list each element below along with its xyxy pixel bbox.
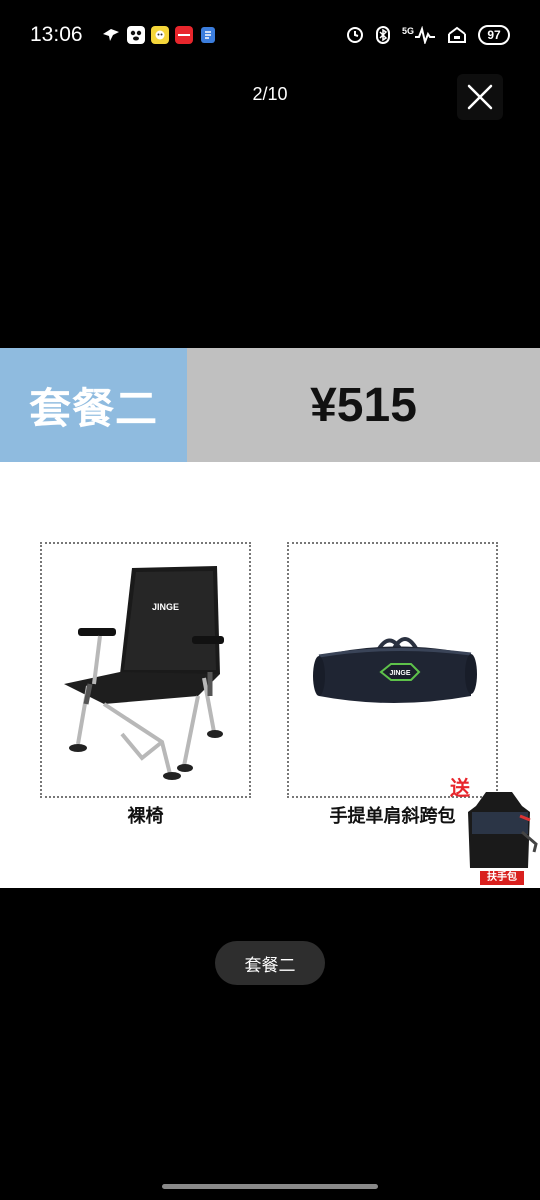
close-button[interactable]: [457, 74, 503, 120]
image-caption: 套餐二: [215, 941, 325, 985]
package-title: 套餐二: [0, 348, 187, 462]
status-left: 13:06: [30, 23, 217, 47]
alarm-icon: [346, 27, 363, 43]
red-app-icon: [174, 26, 193, 44]
close-icon[interactable]: [466, 83, 494, 111]
gift-item: 送 扶手包: [450, 772, 540, 888]
package-banner: 套餐二 ¥515: [0, 348, 540, 462]
bluetooth-icon: [375, 26, 390, 44]
status-right: 5G 97: [346, 25, 510, 45]
panda-app-icon: [126, 26, 145, 44]
wifi-icon: [448, 26, 466, 43]
product-card-chair: JINGE: [40, 542, 251, 798]
gift-badge: 送: [450, 776, 470, 800]
status-bar: 13:06 5G 97: [0, 0, 540, 70]
bag-image: JINGE: [313, 637, 477, 703]
file-icon: [200, 27, 215, 43]
network-type: 5G: [401, 26, 414, 36]
home-indicator[interactable]: [162, 1184, 378, 1189]
package-price: ¥515: [187, 348, 540, 462]
map-pin-icon: [102, 29, 119, 41]
chair-brand: JINGE: [152, 602, 179, 612]
product-card-bag: JINGE: [287, 542, 498, 798]
bag-brand: JINGE: [389, 670, 410, 677]
signal-icon: [415, 26, 435, 44]
status-time: 13:06: [30, 23, 83, 46]
image-viewer-screen: 13:06 5G 97 2/10 套餐二 ¥515 JINGE 裸椅 JINGE…: [0, 0, 540, 1200]
product-label-chair: 裸椅: [127, 806, 164, 827]
battery-indicator: 97: [478, 25, 510, 45]
chair-image: JINGE: [64, 566, 224, 780]
product-image[interactable]: 套餐二 ¥515 JINGE 裸椅 JINGE 手提单肩斜跨包 送 扶手包: [0, 348, 540, 888]
gift-label: 扶手包: [480, 871, 524, 885]
yellow-app-icon: [150, 26, 169, 44]
